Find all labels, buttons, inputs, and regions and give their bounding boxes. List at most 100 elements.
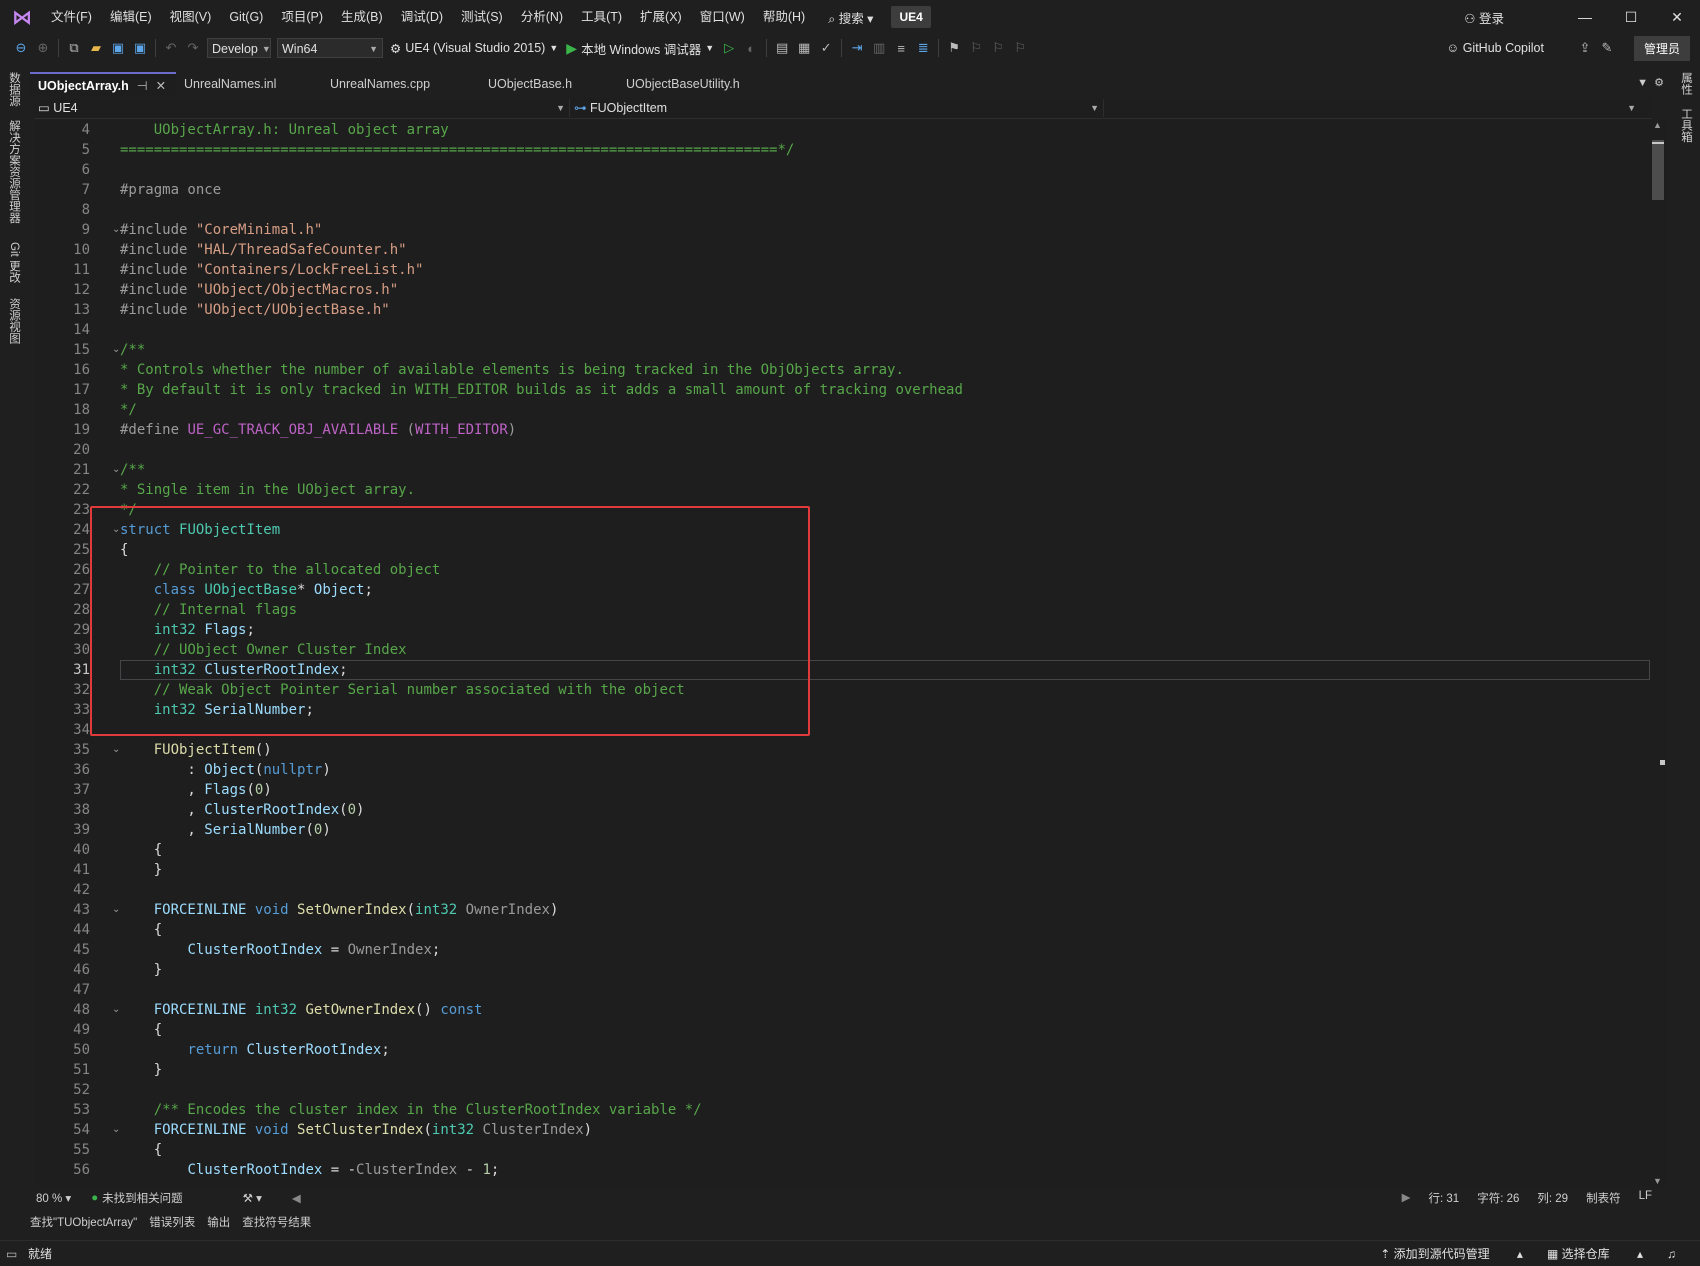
feedback-icon[interactable]: ✎ — [1596, 40, 1618, 56]
line-indicator[interactable]: 行: 31 — [1429, 1190, 1460, 1206]
menu-item-4[interactable]: 项目(P) — [272, 0, 332, 34]
tab-unrealnames-inl[interactable]: UnrealNames.inl — [176, 72, 322, 96]
tab-uobjectbase-h[interactable]: UObjectBase.h — [480, 72, 618, 96]
code-line[interactable]: * By default it is only tracked in WITH_… — [120, 380, 963, 400]
cleanup-icon[interactable]: ⚒ ▾ — [243, 1191, 262, 1205]
properties-tab[interactable]: 属性 — [1678, 72, 1694, 95]
close-window-button[interactable]: ✕ — [1654, 9, 1700, 26]
code-line[interactable]: FORCEINLINE void SetOwnerIndex(int32 Own… — [120, 900, 559, 920]
scrollbar-thumb[interactable] — [1652, 140, 1664, 200]
tab-find-symbol-results[interactable]: 查找符号结果 — [242, 1214, 311, 1230]
code-line[interactable]: #include "CoreMinimal.h" — [120, 220, 322, 240]
next-bookmark-icon[interactable]: ⚐ — [987, 40, 1009, 56]
zoom-level-select[interactable]: 80 % ▾ — [36, 1191, 71, 1205]
tab-output[interactable]: 输出 — [207, 1214, 230, 1230]
step-icon[interactable]: ⇥ — [846, 40, 868, 56]
code-line[interactable]: /** Encodes the cluster index in the Clu… — [120, 1100, 702, 1120]
code-line[interactable]: /** — [120, 340, 145, 360]
pin-icon[interactable]: ⊣ — [137, 79, 148, 93]
close-tab-icon[interactable]: ✕ — [156, 79, 166, 93]
tab-list-dropdown-icon[interactable]: ▼ — [1637, 77, 1648, 89]
prev-bookmark-icon[interactable]: ⚐ — [965, 40, 987, 56]
code-line[interactable]: * Controls whether the number of availab… — [120, 360, 904, 380]
spellcheck-icon[interactable]: ✓ — [815, 40, 837, 56]
menu-item-5[interactable]: 生成(B) — [332, 0, 392, 34]
code-line[interactable]: #include "HAL/ThreadSafeCounter.h" — [120, 240, 407, 260]
menu-item-12[interactable]: 帮助(H) — [754, 0, 814, 34]
clear-bookmarks-icon[interactable]: ⚐ — [1009, 40, 1031, 56]
layout-icon[interactable]: ▦ — [793, 40, 815, 56]
add-to-source-control-button[interactable]: ⇡ 添加到源代码管理 ▴ — [1380, 1245, 1523, 1262]
code-line[interactable]: #define UE_GC_TRACK_OBJ_AVAILABLE (WITH_… — [120, 420, 516, 440]
outdent-icon[interactable]: ≣ — [912, 40, 934, 56]
solution-explorer-tab[interactable]: 解决方案资源管理器 — [6, 120, 22, 224]
code-line[interactable]: FORCEINLINE int32 GetOwnerIndex() const — [120, 1000, 483, 1020]
datasource-tab[interactable]: 数据源 — [6, 72, 22, 107]
code-line[interactable]: , Flags(0) — [120, 780, 271, 800]
notifications-bell-icon[interactable]: ♫ — [1667, 1247, 1676, 1261]
code-line[interactable]: UObjectArray.h: Unreal object array — [120, 120, 449, 140]
line-ending-indicator[interactable]: LF — [1639, 1190, 1652, 1206]
column-indicator[interactable]: 列: 29 — [1537, 1190, 1568, 1206]
menu-item-10[interactable]: 扩展(X) — [631, 0, 691, 34]
menu-item-1[interactable]: 编辑(E) — [101, 0, 161, 34]
code-line[interactable]: FORCEINLINE void SetClusterIndex(int32 C… — [120, 1120, 592, 1140]
code-line[interactable]: #include "UObject/UObjectBase.h" — [120, 300, 390, 320]
vertical-scrollbar[interactable]: ▲ ▼ — [1650, 120, 1666, 1186]
forward-icon[interactable]: ⊕ — [32, 40, 54, 56]
code-line[interactable]: #include "Containers/LockFreeList.h" — [120, 260, 423, 280]
configuration-select[interactable]: Develop ▼ — [207, 38, 271, 58]
scroll-left-icon[interactable]: ◀ — [292, 1191, 301, 1205]
maximize-button[interactable]: ☐ — [1608, 9, 1654, 26]
redo-icon[interactable]: ↷ — [182, 40, 204, 56]
tab-unrealnames-cpp[interactable]: UnrealNames.cpp — [322, 72, 480, 96]
code-line[interactable]: } — [120, 960, 162, 980]
char-indicator[interactable]: 字符: 26 — [1477, 1190, 1519, 1206]
tab-error-list[interactable]: 错误列表 — [149, 1214, 195, 1230]
code-line[interactable]: { — [120, 840, 162, 860]
code-line[interactable]: : Object(nullptr) — [120, 760, 330, 780]
column-icon[interactable]: ▥ — [868, 40, 890, 56]
scroll-up-icon[interactable]: ▲ — [1653, 120, 1662, 130]
menu-item-9[interactable]: 工具(T) — [572, 0, 631, 34]
notification-icon[interactable]: ▭ — [6, 1247, 17, 1261]
search-button[interactable]: ⌕ 搜索 ▾ — [820, 8, 881, 27]
save-all-icon[interactable]: ▣ — [129, 40, 151, 56]
github-copilot-button[interactable]: ☺ GitHub Copilot — [1446, 41, 1544, 55]
code-line[interactable]: , ClusterRootIndex(0) — [120, 800, 364, 820]
tab-uobjectarray-h[interactable]: UObjectArray.h ⊣ ✕ — [30, 72, 176, 96]
code-line[interactable]: } — [120, 860, 162, 880]
code-line[interactable]: { — [120, 920, 162, 940]
settings-gear-icon[interactable]: ⚙ — [1654, 77, 1664, 89]
save-icon[interactable]: ▣ — [107, 40, 129, 56]
type-scope-select[interactable]: ⊶ FUObjectItem ▼ — [570, 99, 1104, 117]
menu-item-7[interactable]: 测试(S) — [452, 0, 512, 34]
new-project-icon[interactable]: ⧉ — [63, 40, 85, 56]
project-scope-select[interactable]: ▭ UE4 ▼ — [34, 99, 570, 117]
bookmark-icon[interactable]: ⚑ — [943, 40, 965, 56]
code-line[interactable]: */ — [120, 400, 137, 420]
menu-item-11[interactable]: 窗口(W) — [691, 0, 754, 34]
code-line[interactable]: ClusterRootIndex = -ClusterIndex - 1; — [120, 1160, 499, 1180]
menu-item-2[interactable]: 视图(V) — [161, 0, 221, 34]
start-debugging-button[interactable]: ▶ 本地 Windows 调试器 ▼ — [566, 39, 714, 58]
undo-icon[interactable]: ↶ — [160, 40, 182, 56]
resource-view-tab[interactable]: 资源视图 — [6, 298, 22, 344]
menu-item-0[interactable]: 文件(F) — [42, 0, 101, 34]
issues-indicator[interactable]: 未找到相关问题 — [102, 1190, 183, 1206]
select-repository-button[interactable]: ▦ 选择仓库 ▴ — [1547, 1245, 1643, 1262]
solution-explorer-icon[interactable]: ▤ — [771, 40, 793, 56]
code-line[interactable]: return ClusterRootIndex; — [120, 1040, 389, 1060]
menu-item-3[interactable]: Git(G) — [220, 0, 272, 34]
member-scope-select[interactable]: ▼ — [1104, 99, 1640, 117]
hot-reload-icon[interactable]: ◐ — [740, 41, 762, 56]
platform-select[interactable]: Win64 ▼ — [277, 38, 383, 58]
share-icon[interactable]: ⇪ — [1574, 40, 1596, 56]
scroll-down-icon[interactable]: ▼ — [1653, 1176, 1662, 1186]
code-line[interactable]: { — [120, 1020, 162, 1040]
code-line[interactable]: , SerialNumber(0) — [120, 820, 330, 840]
tabs-indicator[interactable]: 制表符 — [1586, 1190, 1621, 1206]
scroll-right-icon[interactable]: ▶ — [1402, 1190, 1411, 1206]
code-line[interactable]: #pragma once — [120, 180, 221, 200]
git-changes-tab[interactable]: Git 更改 — [6, 242, 22, 283]
